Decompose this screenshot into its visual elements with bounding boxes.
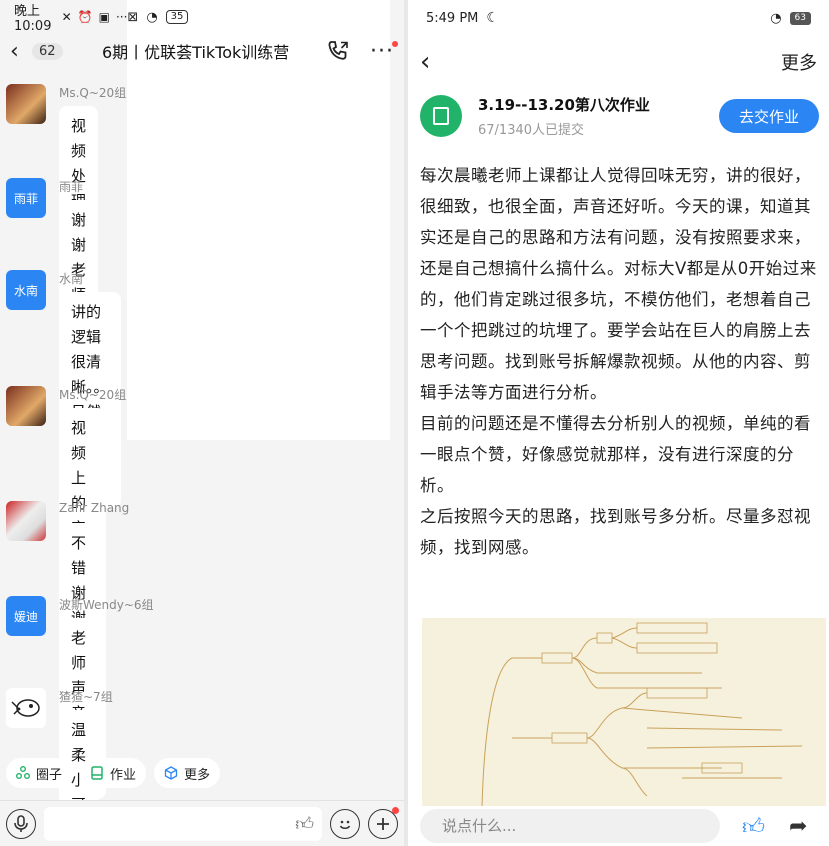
comment-input[interactable]: 说点什么... [420,809,720,843]
sender-name: 水南 [59,272,84,286]
quick-action-label: 圈子 [36,767,63,783]
status-time: 5:49 PM [426,10,479,26]
thumbs-up-icon[interactable]: 👍︎ [295,813,314,835]
sender-name: 猹猹~7组 [59,690,113,704]
back-icon[interactable]: ‹ [10,39,28,64]
mindmap-image[interactable] [422,618,826,806]
message-input[interactable]: 👍︎ [44,806,322,841]
quick-action-circle[interactable]: 圈子 [6,758,73,788]
comment-bar: 说点什么... 👍︎ ➦ [408,806,829,846]
avatar[interactable] [6,386,46,426]
add-button[interactable] [368,806,399,839]
share-icon[interactable]: ➦ [789,814,807,839]
homework-icon [420,95,462,137]
avatar[interactable]: 水南 [6,270,46,310]
quick-action-more[interactable]: 更多 [154,758,221,788]
mindmap-drawing [481,622,803,806]
homework-title: 3.19--13.20第八次作业 [478,96,650,114]
microphone-icon [14,814,28,832]
homework-card: 3.19--13.20第八次作业 67/1340人已提交 去交作业 [408,88,829,144]
homework-essay: 每次晨曦老师上课都让人觉得回味无穷，讲的很好，很细致，也很全面，声音还好听。今天… [408,160,829,563]
avatar[interactable] [6,688,46,728]
call-icon[interactable] [326,39,350,63]
essay-paragraph: 之后按照今天的思路，找到账号多分析。尽量多怼视频，找到网感。 [420,507,811,557]
more-options-icon[interactable]: ··· [370,39,398,64]
notification-dot [392,806,399,814]
avatar[interactable] [6,84,46,124]
sender-name: Zafir Zhang [59,501,130,515]
alarm-icon: ⏰ [77,10,93,24]
notification-icon: ▣ [98,10,110,24]
essay-paragraph: 目前的问题还是不懂得去分析别人的视频，单纯的看一眼点个赞，好像感觉就那样，没有进… [420,414,811,495]
chat-input-bar: 👍︎ [0,800,404,846]
screenshot-root: 晚上10:09 ✕ ⏰ ▣ ··· ⊠ ◔ 35 ‹ 62 6期丨优联荟TikT… [0,0,829,846]
homework-header: ‹ 更多 [408,36,829,88]
quick-action-homework[interactable]: 作业 [80,758,147,788]
homework-submitted-count: 67/1340人已提交 [478,123,585,138]
quick-action-bar: 圈子 作业 更多 [0,758,404,792]
status-time: 晚上10:09 [14,4,52,34]
submit-homework-button[interactable]: 去交作业 [718,99,819,133]
avatar[interactable] [6,501,46,541]
plus-icon [377,817,389,830]
notification-dot [392,40,398,47]
chat-screen: 晚上10:09 ✕ ⏰ ▣ ··· ⊠ ◔ 35 ‹ 62 6期丨优联荟TikT… [0,0,404,846]
status-bar: 5:49 PM ☾ ◔ 63 [408,0,829,36]
status-icons: ✕ ⏰ ▣ ··· [62,10,128,24]
quick-action-label: 作业 [110,767,137,783]
sim-icon: ⊠ [127,9,139,25]
voice-input-button[interactable] [6,808,36,839]
essay-paragraph: 每次晨曦老师上课都让人觉得回味无穷，讲的很好，很细致，也很全面，声音还好听。今天… [420,166,817,402]
battery-icon: 35 [165,10,189,24]
mute-icon: ✕ [61,10,72,24]
unread-count-badge[interactable]: 62 [32,42,63,60]
wifi-icon: ◔ [146,9,158,25]
sketch-avatar-icon [11,699,40,717]
homework-screen: 5:49 PM ☾ ◔ 63 ‹ 更多 3.19--13.20第八次作业 67/… [408,0,829,846]
sender-name: 雨菲 [59,180,84,194]
sender-name: Ms.Q~20组 [59,388,127,402]
battery-icon: 63 [789,11,811,25]
circle-icon [16,766,30,779]
emoji-icon [339,820,351,829]
chat-header: ‹ 62 6期丨优联荟TikTok训练营 ··· [0,34,404,68]
like-icon[interactable]: 👍︎ [742,813,765,840]
wifi-icon: ◔ [770,10,782,26]
overflow-status-icon: ··· [115,10,128,24]
avatar[interactable]: 雨菲 [6,178,46,218]
more-button[interactable]: 更多 [781,49,817,75]
chat-title: 6期丨优联荟TikTok训练营 [102,43,290,62]
sender-name: 波斯Wendy~6组 [59,598,154,612]
back-icon[interactable]: ‹ [420,47,430,77]
moon-icon: ☾ [486,10,499,26]
homework-icon [91,766,103,780]
sender-name: Ms.Q~20组 [59,86,127,100]
cube-icon [164,766,178,780]
quick-action-label: 更多 [184,767,211,783]
status-bar: 晚上10:09 ✕ ⏰ ▣ ··· ⊠ ◔ 35 [0,0,404,440]
avatar[interactable]: 媛迪 [6,596,46,636]
emoji-button[interactable] [330,808,360,839]
